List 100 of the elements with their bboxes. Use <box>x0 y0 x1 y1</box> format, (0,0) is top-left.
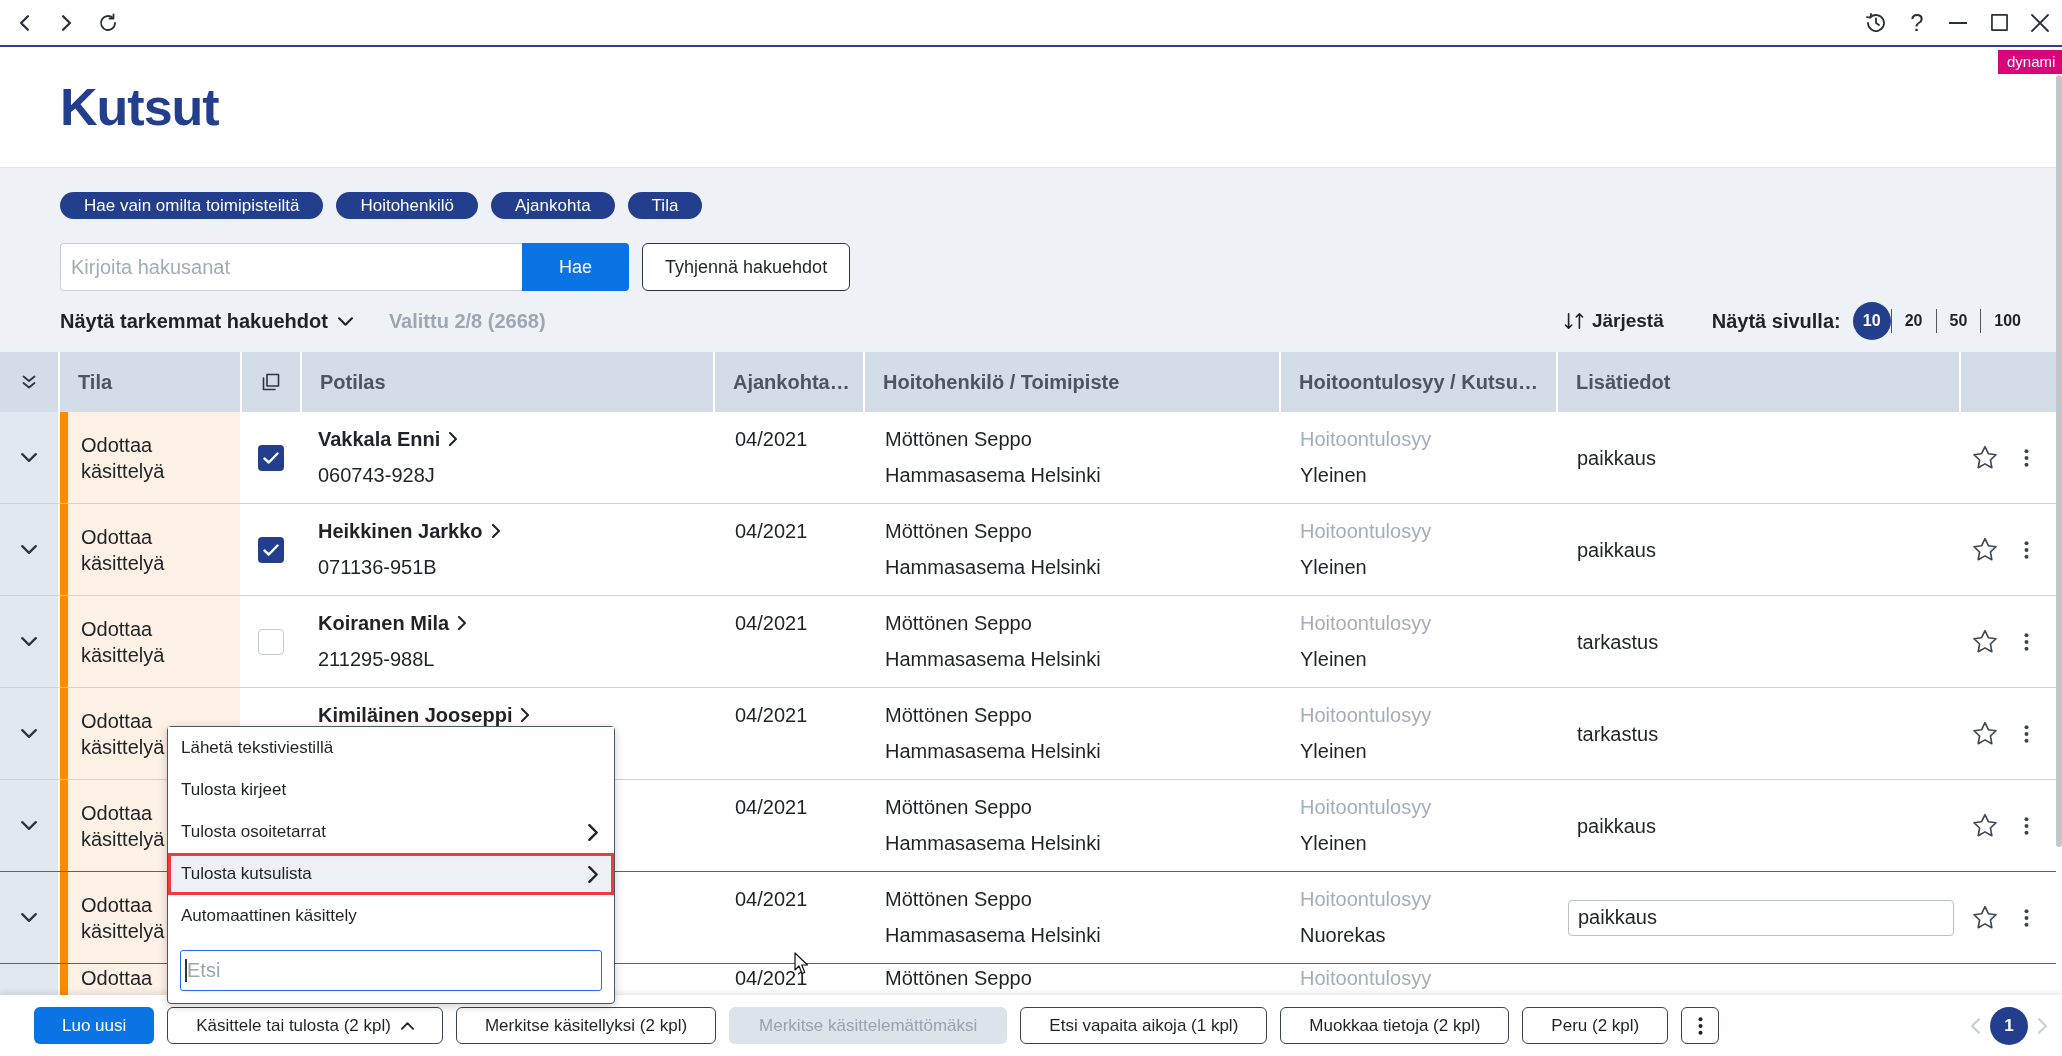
patient-id: 071136-951B <box>318 556 437 578</box>
star-icon[interactable] <box>1972 813 1998 838</box>
chevron-right-icon <box>491 524 500 538</box>
select-all-button[interactable] <box>242 352 300 412</box>
checkmark-icon <box>263 543 279 556</box>
checkbox[interactable] <box>258 444 284 471</box>
checkbox[interactable] <box>258 628 284 655</box>
maximize-icon <box>1990 14 2008 31</box>
menu-item[interactable]: Tulosta kirjeet <box>168 769 614 811</box>
page-size-option[interactable]: 100 <box>1981 309 2034 333</box>
vertical-dots-icon[interactable] <box>2024 908 2029 927</box>
patient-name-link[interactable]: Kimiläinen Jooseppi <box>318 704 530 726</box>
reason-value: Yleinen <box>1300 740 1367 762</box>
patient-name-link[interactable]: Heikkinen Jarkko <box>318 520 500 542</box>
action-button[interactable]: Etsi vapaita aikoja (1 kpl) <box>1020 1007 1268 1044</box>
overlapping-squares-icon <box>262 373 280 391</box>
scrollbar-thumb[interactable] <box>2056 75 2062 847</box>
staff-name: Möttönen Seppo <box>885 796 1032 818</box>
sort-button[interactable]: Järjestä <box>1563 310 1664 332</box>
action-button[interactable]: Luo uusi <box>34 1007 155 1044</box>
menu-item[interactable]: Automaattinen käsittely <box>168 895 614 937</box>
reason-label: Hoitoontulosyy <box>1300 704 1432 726</box>
appointment-date: 04/2021 <box>735 796 808 818</box>
filter-chip[interactable]: Ajankohta <box>491 192 615 219</box>
page-size-option[interactable]: 50 <box>1936 309 1981 333</box>
reason-label: Hoitoontulosyy <box>1300 888 1432 910</box>
column-header: Ajankohta… <box>715 352 863 412</box>
staff-name: Möttönen Seppo <box>885 967 1032 989</box>
clinic-name: Hammasasema Helsinki <box>885 740 1101 762</box>
clinic-name: Hammasasema Helsinki <box>885 648 1101 670</box>
selection-count: Valittu 2/8 (2668) <box>388 309 546 333</box>
chevron-right-icon <box>2038 1017 2047 1034</box>
filter-chip[interactable]: Hoitohenkilö <box>336 192 478 219</box>
appointment-date: 04/2021 <box>735 612 808 634</box>
appointment-date: 04/2021 <box>735 888 808 910</box>
menu-item[interactable]: Lähetä tekstiviestillä <box>168 727 614 769</box>
column-header: Lisätiedot <box>1558 352 1959 412</box>
checkmark-icon <box>263 451 279 464</box>
reason-value: Yleinen <box>1300 832 1367 854</box>
reason-value: Nuorekas <box>1300 924 1386 946</box>
column-header: Hoitohenkilö / Toimipiste <box>865 352 1279 412</box>
patient-name-link[interactable]: Koiranen Mila <box>318 612 467 634</box>
help-button[interactable]: ? <box>1902 7 1932 38</box>
status-cell: Odottaa käsittelyä <box>60 412 240 503</box>
filter-chip[interactable]: Hae vain omilta toimipisteiltä <box>60 192 324 219</box>
page-title: Kutsut <box>60 77 219 137</box>
action-button[interactable]: Käsittele tai tulosta (2 kpl) <box>167 1007 443 1044</box>
reason-value: Yleinen <box>1300 464 1367 486</box>
environment-badge: dynami <box>1998 50 2062 74</box>
appointment-date: 04/2021 <box>735 704 808 726</box>
action-button[interactable]: Peru (2 kpl) <box>1522 1007 1669 1044</box>
page-size-option[interactable]: 20 <box>1891 309 1936 333</box>
action-button[interactable]: Merkitse käsitellyksi (2 kpl) <box>455 1007 717 1044</box>
status-cell: Odottaa käsittelyä <box>60 596 240 687</box>
staff-name: Möttönen Seppo <box>885 704 1032 726</box>
sort-arrows-icon <box>1563 312 1584 330</box>
search-button[interactable]: Hae <box>522 243 629 291</box>
star-icon[interactable] <box>1972 721 1998 746</box>
reason-label: Hoitoontulosyy <box>1300 612 1432 634</box>
page-size-option[interactable]: 10 <box>1852 302 1891 340</box>
star-icon[interactable] <box>1972 905 1998 930</box>
vertical-dots-icon[interactable] <box>2024 816 2029 835</box>
star-icon[interactable] <box>1972 445 1998 470</box>
patient-name-link[interactable]: Vakkala Enni <box>318 428 458 450</box>
reload-icon <box>98 12 118 33</box>
vertical-dots-icon[interactable] <box>2024 724 2029 743</box>
star-icon[interactable] <box>1972 537 1998 562</box>
reason-label: Hoitoontulosyy <box>1300 796 1432 818</box>
clinic-name: Hammasasema Helsinki <box>885 924 1101 946</box>
filter-chip[interactable]: Tila <box>627 192 703 219</box>
action-button[interactable]: Muokkaa tietoja (2 kpl) <box>1280 1007 1510 1044</box>
appointment-date: 04/2021 <box>735 428 808 450</box>
vertical-dots-icon <box>1697 1016 1703 1035</box>
staff-name: Möttönen Seppo <box>885 888 1032 910</box>
patient-id: 060743-928J <box>318 464 435 486</box>
more-button[interactable] <box>1681 1007 1720 1044</box>
vertical-dots-icon[interactable] <box>2024 448 2029 467</box>
chevron-right-icon <box>61 14 71 31</box>
staff-name: Möttönen Seppo <box>885 428 1032 450</box>
menu-search-field[interactable]: Etsi <box>180 950 602 991</box>
chevron-left-icon <box>19 14 29 31</box>
notes-input[interactable]: paikkaus <box>1568 899 1954 936</box>
menu-item[interactable]: Tulosta kutsulista <box>168 853 614 895</box>
page-number[interactable]: 1 <box>1990 1006 2028 1045</box>
page-size-label: Näytä sivulla: <box>1711 309 1841 333</box>
vertical-dots-icon[interactable] <box>2024 632 2029 651</box>
notes-text: tarkastus <box>1577 630 1659 653</box>
vertical-dots-icon[interactable] <box>2024 540 2029 559</box>
appointment-date: 04/2021 <box>735 967 808 989</box>
clinic-name: Hammasasema Helsinki <box>885 464 1101 486</box>
star-icon[interactable] <box>1972 629 1998 654</box>
clear-filters-button[interactable]: Tyhjennä hakuehdot <box>642 243 851 291</box>
menu-item[interactable]: Tulosta osoitetarrat <box>168 811 614 853</box>
close-icon <box>2031 13 2049 32</box>
search-field[interactable]: Kirjoita hakusanat <box>60 243 522 291</box>
double-chevron-down-icon <box>22 375 36 389</box>
column-header: Tila <box>60 352 240 412</box>
notes-text: tarkastus <box>1577 722 1659 745</box>
checkbox[interactable] <box>258 536 284 563</box>
advanced-search-toggle[interactable]: Näytä tarkemmat hakuehdot <box>60 309 353 333</box>
